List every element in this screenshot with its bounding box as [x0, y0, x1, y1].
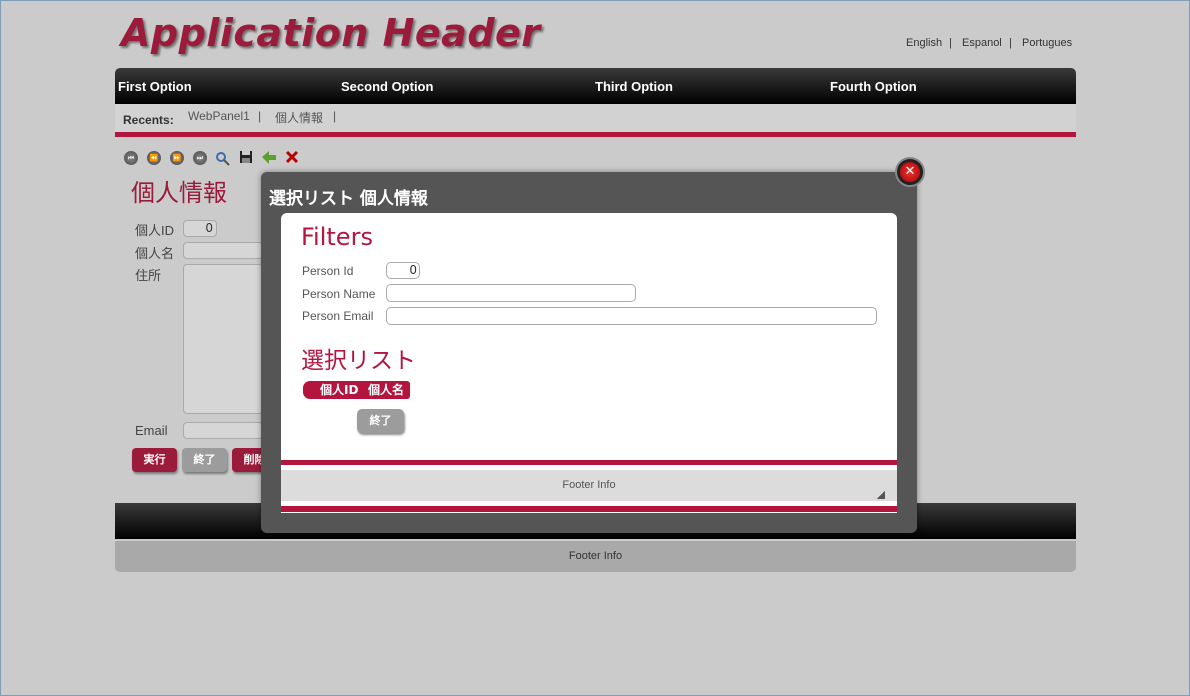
- back-arrow-icon[interactable]: [262, 151, 277, 164]
- filters-heading: Filters: [301, 223, 373, 251]
- page-footer: Footer Info: [115, 541, 1076, 572]
- email-label: Email: [135, 423, 168, 438]
- next-icon[interactable]: ⏩: [170, 151, 184, 165]
- grid-header-row: 個人ID 個人名: [303, 381, 410, 399]
- email-input[interactable]: [183, 422, 263, 439]
- previous-icon[interactable]: ⏪: [147, 151, 161, 165]
- modal-close-button[interactable]: ✕: [895, 157, 925, 187]
- modal-footer: Footer Info: [281, 470, 897, 501]
- nav-fourth-option[interactable]: Fourth Option: [830, 79, 917, 94]
- person-name-filter-label: Person Name: [302, 287, 376, 301]
- recents-label: Recents:: [123, 113, 174, 127]
- modal-close-text-button[interactable]: 終了: [357, 409, 404, 433]
- nav-third-option[interactable]: Third Option: [595, 79, 673, 94]
- last-icon[interactable]: ⏭: [193, 151, 207, 165]
- language-separator: |: [1009, 37, 1012, 49]
- grid-column-person-id[interactable]: 個人ID: [320, 381, 358, 399]
- close-button[interactable]: 終了: [182, 448, 227, 472]
- address-textarea[interactable]: [183, 264, 263, 414]
- delete-icon[interactable]: [285, 150, 299, 164]
- language-espanol-link[interactable]: Espanol: [962, 37, 1002, 49]
- person-email-filter-input[interactable]: [386, 307, 877, 325]
- person-id-filter-input[interactable]: 0: [386, 262, 420, 279]
- execute-button[interactable]: 実行: [132, 448, 177, 472]
- save-icon[interactable]: [239, 150, 253, 164]
- recent-item-personal-info[interactable]: 個人情報: [275, 109, 323, 126]
- language-english-link[interactable]: English: [906, 37, 942, 49]
- form-title: 個人情報: [131, 179, 227, 207]
- person-name-filter-input[interactable]: [386, 284, 636, 302]
- grid-column-person-name[interactable]: 個人名: [368, 381, 404, 399]
- person-id-input[interactable]: 0: [183, 220, 217, 237]
- language-separator: |: [949, 37, 952, 49]
- language-portugues-link[interactable]: Portugues: [1022, 37, 1072, 49]
- modal-footer-bottom-line: [281, 506, 897, 512]
- recent-separator: |: [258, 109, 262, 123]
- search-icon[interactable]: [215, 151, 230, 166]
- close-icon: ✕: [900, 162, 920, 182]
- modal-title: 選択リスト 個人情報: [269, 189, 428, 209]
- recent-separator: |: [333, 109, 337, 123]
- modal-footer-divider: [281, 460, 897, 465]
- first-icon[interactable]: ⏮: [124, 151, 138, 165]
- resize-grip-icon[interactable]: [877, 491, 885, 499]
- address-label: 住所: [135, 268, 162, 283]
- person-name-label: 個人名: [135, 246, 175, 261]
- app-header-title: Application Header: [121, 11, 541, 55]
- selection-list-heading: 選択リスト: [301, 348, 416, 374]
- person-id-label: 個人ID: [135, 223, 175, 238]
- person-name-input[interactable]: [183, 242, 263, 259]
- person-email-filter-label: Person Email: [302, 309, 374, 323]
- person-id-filter-label: Person Id: [302, 264, 354, 278]
- recent-item-webpanel1[interactable]: WebPanel1: [188, 109, 250, 123]
- nav-first-option[interactable]: First Option: [118, 79, 192, 94]
- nav-second-option[interactable]: Second Option: [341, 79, 433, 94]
